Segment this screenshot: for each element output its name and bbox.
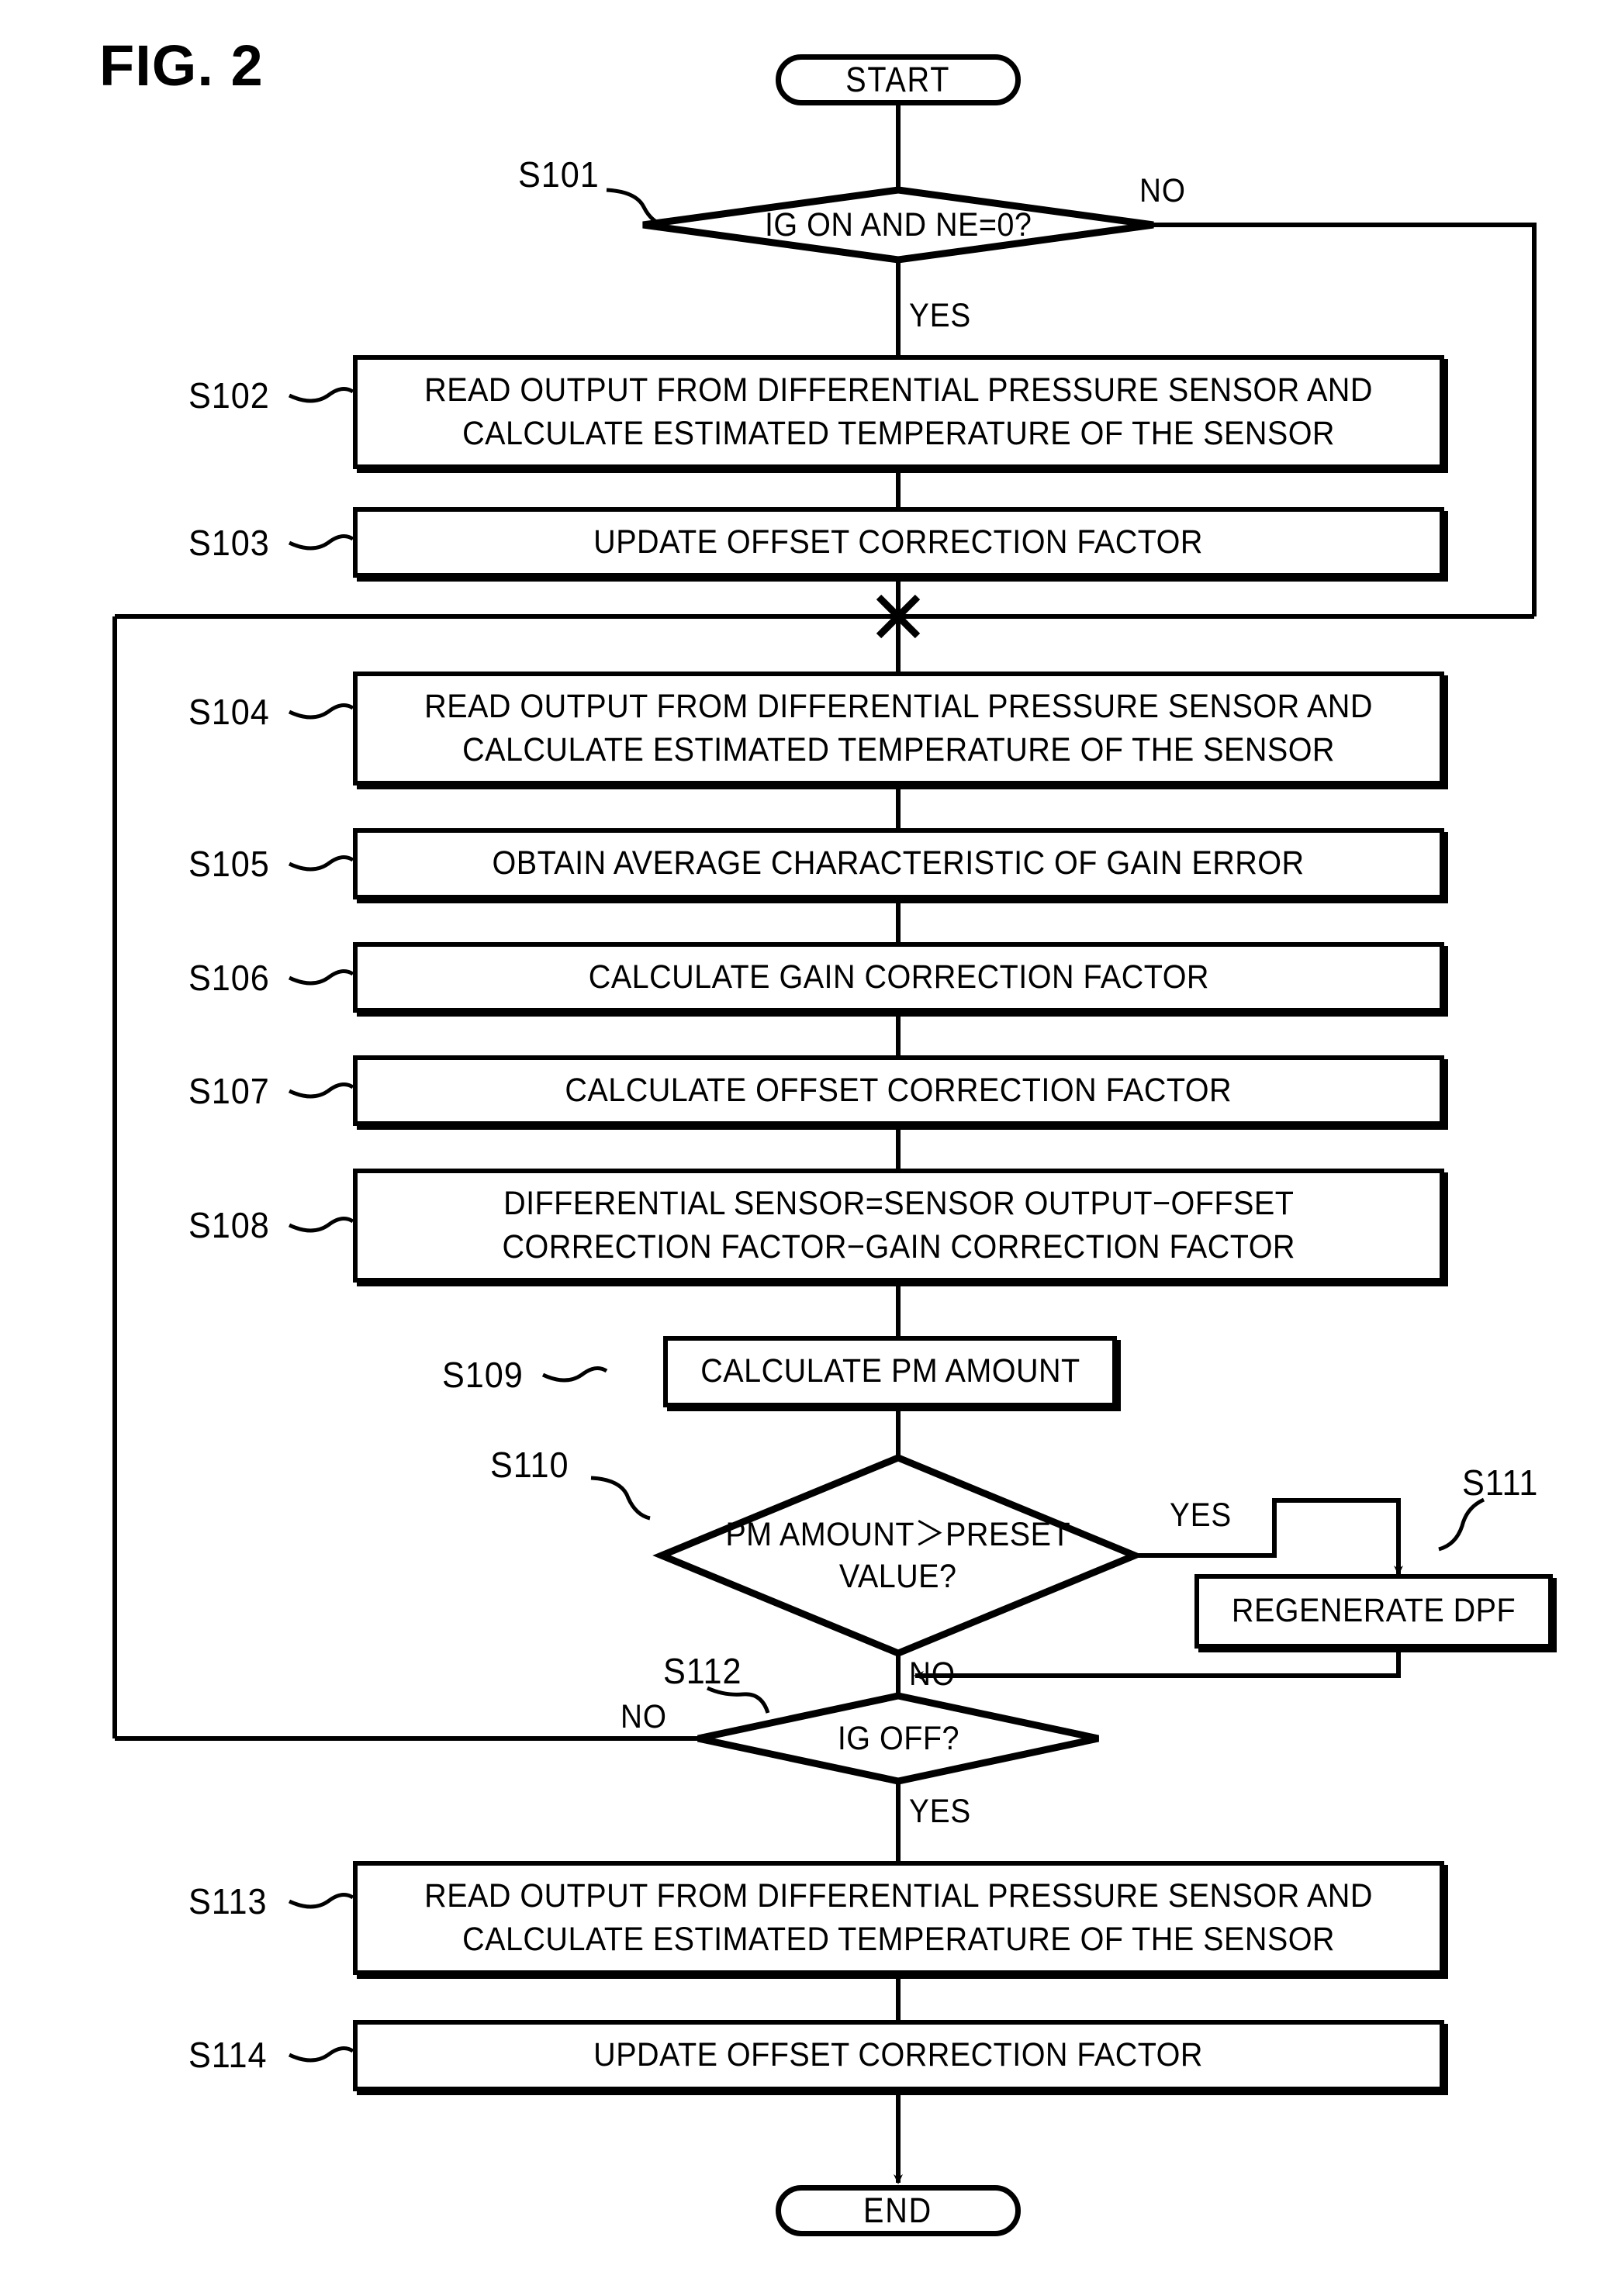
process-s104-text: READ OUTPUT FROM DIFFERENTIAL PRESSURE S… [424,687,1373,768]
leader-s109 [541,1366,608,1383]
process-s107-text: CALCULATE OFFSET CORRECTION FACTOR [565,1071,1232,1109]
step-ref-s104: S104 [188,692,270,732]
process-s106: CALCULATE GAIN CORRECTION FACTOR [353,942,1444,1013]
leader-s103 [288,533,354,551]
process-s105-text: OBTAIN AVERAGE CHARACTERISTIC OF GAIN ER… [492,844,1305,882]
branch-label-s101-no: NO [1139,172,1186,209]
terminator-end: END [776,2185,1021,2236]
leader-s113 [288,1892,354,1909]
leader-s110 [590,1476,651,1521]
process-s114-text: UPDATE OFFSET CORRECTION FACTOR [593,2036,1204,2074]
leader-s108 [288,1216,354,1233]
terminator-end-label: END [863,2191,933,2230]
leader-s111 [1438,1497,1485,1552]
decision-s110-shape [652,1454,1144,1657]
branch-label-s110-no: NO [909,1656,956,1693]
process-s107: CALCULATE OFFSET CORRECTION FACTOR [353,1055,1444,1126]
decision-s112-shape [697,1692,1099,1785]
process-s103: UPDATE OFFSET CORRECTION FACTOR [353,507,1444,578]
terminator-start-label: START [845,60,951,99]
decision-s101-shape [642,186,1154,264]
leader-s114 [288,2046,354,2063]
step-ref-s105: S105 [188,844,270,884]
process-s113: READ OUTPUT FROM DIFFERENTIAL PRESSURE S… [353,1861,1444,1975]
process-s111-text: REGENERATE DPF [1231,1592,1516,1630]
process-s105: OBTAIN AVERAGE CHARACTERISTIC OF GAIN ER… [353,828,1444,899]
process-s108: DIFFERENTIAL SENSOR=SENSOR OUTPUT−OFFSET… [353,1169,1444,1283]
process-s102-text: READ OUTPUT FROM DIFFERENTIAL PRESSURE S… [424,371,1373,452]
leader-s107 [288,1082,354,1099]
process-s102: READ OUTPUT FROM DIFFERENTIAL PRESSURE S… [353,355,1444,469]
process-s103-text: UPDATE OFFSET CORRECTION FACTOR [593,523,1204,561]
process-s111: REGENERATE DPF [1194,1574,1553,1649]
step-ref-s106: S106 [188,958,270,998]
step-ref-s110: S110 [490,1445,569,1485]
leader-s101 [606,188,666,228]
step-ref-s111: S111 [1462,1462,1539,1503]
step-ref-s108: S108 [188,1205,270,1245]
branch-label-s112-no: NO [621,1698,667,1735]
branch-label-s110-yes: YES [1170,1497,1232,1534]
terminator-start: START [776,54,1021,105]
step-ref-s112: S112 [663,1651,742,1691]
process-s108-text: DIFFERENTIAL SENSOR=SENSOR OUTPUT−OFFSET… [502,1184,1295,1265]
leader-s106 [288,968,354,986]
process-s114: UPDATE OFFSET CORRECTION FACTOR [353,2020,1444,2091]
leader-s104 [288,703,354,720]
step-ref-s101: S101 [518,154,600,195]
step-ref-s109: S109 [442,1355,524,1395]
figure-title: FIG. 2 [99,33,264,98]
process-s104: READ OUTPUT FROM DIFFERENTIAL PRESSURE S… [353,672,1444,785]
step-ref-s107: S107 [188,1071,270,1111]
step-ref-s102: S102 [188,375,270,416]
step-ref-s103: S103 [188,523,270,563]
figure-canvas: FIG. 2 START END IG ON AND NE=0? PM AMOU… [0,0,1611,2296]
leader-s105 [288,855,354,872]
process-s109-text: CALCULATE PM AMOUNT [700,1352,1080,1390]
step-ref-s113: S113 [188,1881,268,1921]
leader-s102 [288,386,354,403]
process-s106-text: CALCULATE GAIN CORRECTION FACTOR [588,958,1209,996]
process-s109: CALCULATE PM AMOUNT [663,1336,1117,1407]
branch-label-s112-yes: YES [909,1793,972,1830]
step-ref-s114: S114 [188,2035,268,2075]
connector-s111-return [914,1649,1401,1680]
process-s113-text: READ OUTPUT FROM DIFFERENTIAL PRESSURE S… [424,1877,1373,1958]
branch-label-s101-yes: YES [909,297,972,334]
